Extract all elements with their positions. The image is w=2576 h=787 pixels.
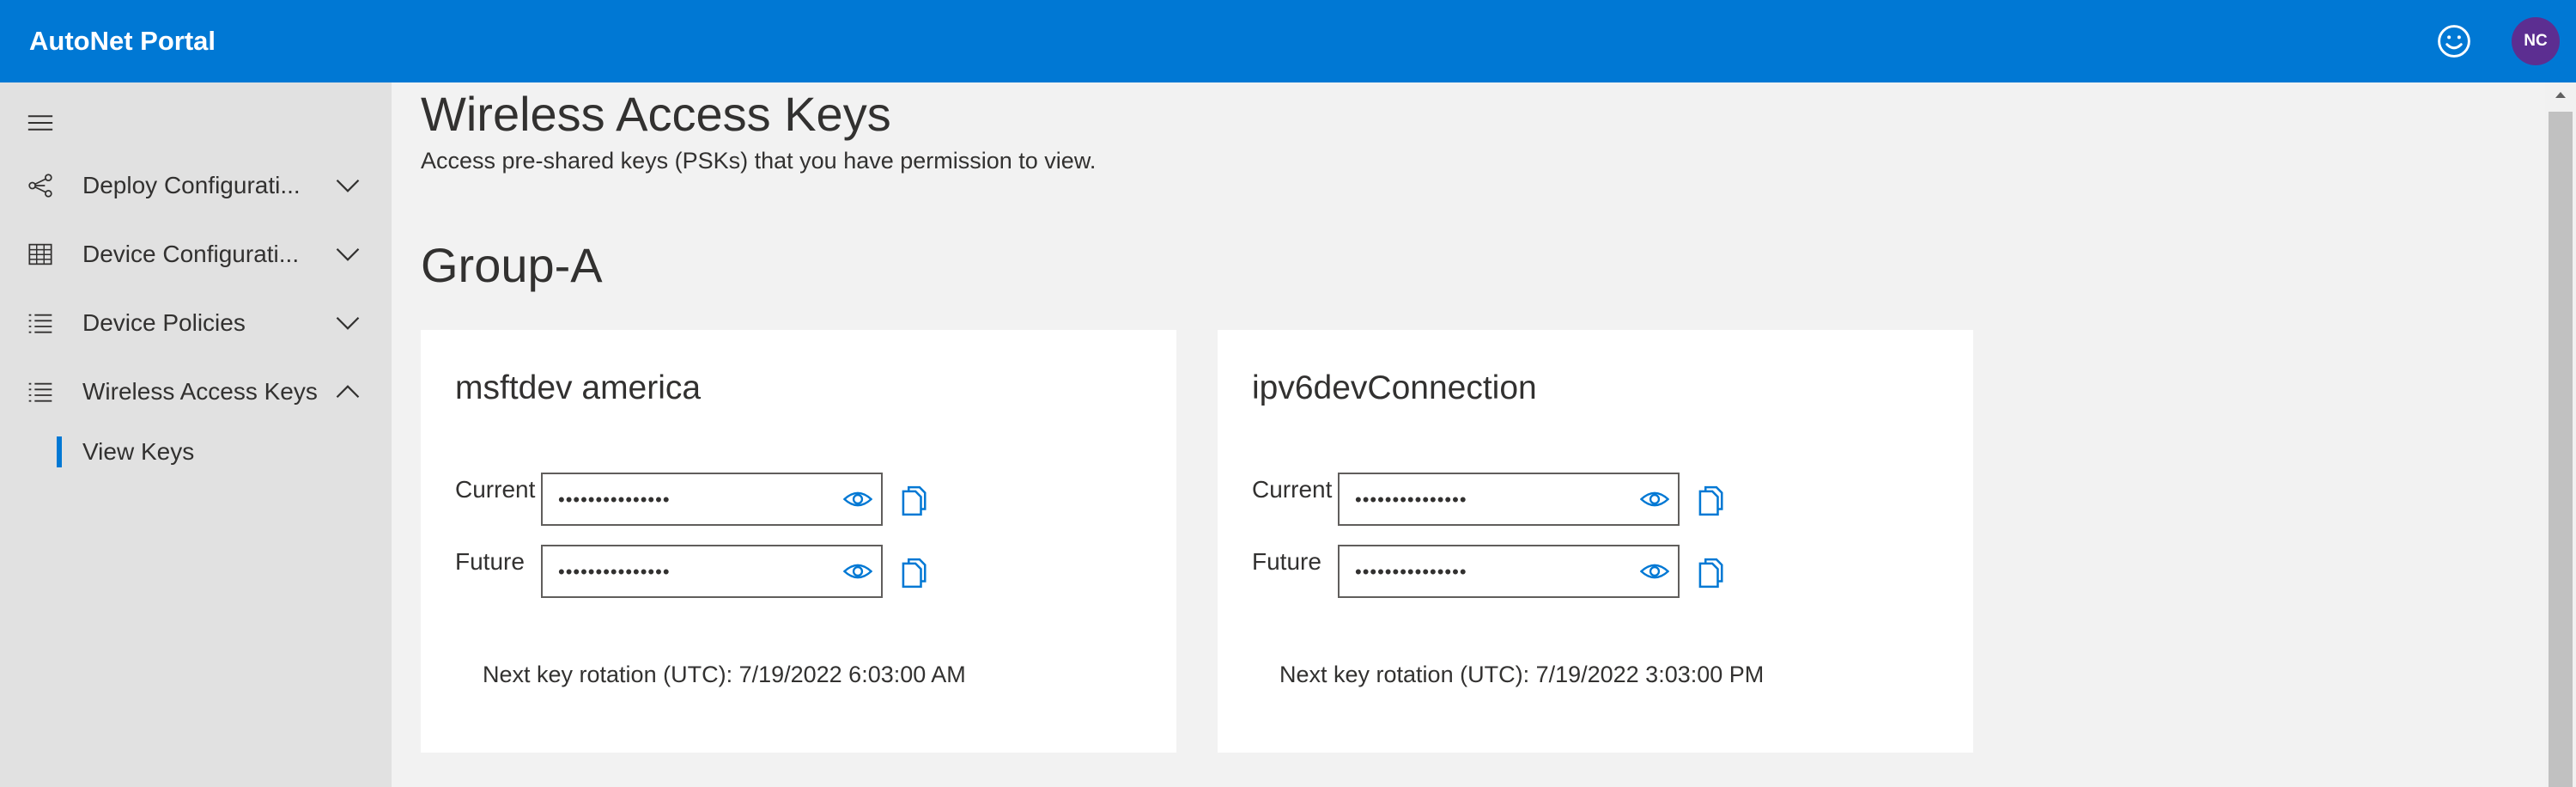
grid-table-icon	[28, 243, 52, 265]
card-title: ipv6devConnection	[1252, 369, 1537, 406]
nav-label: Device Configurati...	[82, 241, 300, 267]
nav-item-device-configuration[interactable]: Device Configurati...	[0, 223, 392, 285]
future-key-field[interactable]: •••••••••••••••	[541, 545, 883, 598]
future-key-label: Future	[1252, 548, 1321, 575]
page-subtitle: Access pre-shared keys (PSKs) that you h…	[421, 148, 1097, 174]
scroll-thumb[interactable]	[2549, 112, 2573, 787]
card-title: msftdev america	[455, 369, 702, 406]
key-card: msftdev america Current ••••••••••••••• …	[421, 330, 1176, 753]
nav-label: Device Policies	[82, 309, 246, 336]
chevron-down-icon	[336, 179, 360, 192]
copy-icon[interactable]	[898, 485, 927, 517]
top-bar: AutoNet Portal NC	[0, 0, 2576, 82]
next-key-rotation: Next key rotation (UTC): 7/19/2022 6:03:…	[483, 662, 966, 687]
eye-icon[interactable]	[1640, 488, 1669, 510]
app-title[interactable]: AutoNet Portal	[29, 0, 216, 82]
next-key-rotation: Next key rotation (UTC): 7/19/2022 3:03:…	[1279, 662, 1765, 687]
vertical-scrollbar[interactable]	[2545, 82, 2576, 787]
current-key-label: Current	[1252, 476, 1333, 503]
copy-icon[interactable]	[898, 557, 927, 589]
group-title: Group-A	[421, 238, 603, 292]
future-key-value: •••••••••••••••	[558, 561, 671, 583]
list-icon	[28, 314, 52, 333]
copy-icon[interactable]	[1695, 485, 1724, 517]
list-icon	[28, 382, 52, 402]
nav-label: Deploy Configurati...	[82, 172, 301, 198]
current-key-value: •••••••••••••••	[1355, 489, 1467, 510]
nav-subitem-label: View Keys	[82, 438, 195, 465]
chevron-down-icon	[336, 247, 360, 261]
sidebar: Deploy Configurati... Device Configurati…	[0, 82, 392, 787]
nav-item-deploy-configuration[interactable]: Deploy Configurati...	[0, 155, 392, 217]
nav-subitem-view-keys[interactable]: View Keys	[0, 424, 392, 479]
future-key-label: Future	[455, 548, 525, 575]
eye-icon[interactable]	[843, 560, 872, 583]
chevron-down-icon	[336, 316, 360, 330]
copy-icon[interactable]	[1695, 557, 1724, 589]
page-title: Wireless Access Keys	[421, 87, 891, 141]
eye-icon[interactable]	[843, 488, 872, 510]
current-key-label: Current	[455, 476, 536, 503]
future-key-value: •••••••••••••••	[1355, 561, 1467, 583]
key-card: ipv6devConnection Current ••••••••••••••…	[1218, 330, 1973, 753]
eye-icon[interactable]	[1640, 560, 1669, 583]
deploy-network-icon	[28, 174, 52, 198]
hamburger-icon[interactable]	[26, 108, 55, 137]
smiley-icon[interactable]	[2435, 22, 2473, 60]
nav-label: Wireless Access Keys	[82, 378, 318, 405]
selected-indicator	[57, 436, 62, 467]
nav-item-device-policies[interactable]: Device Policies	[0, 292, 392, 354]
scroll-up-arrow-icon[interactable]	[2554, 89, 2567, 100]
current-key-field[interactable]: •••••••••••••••	[541, 473, 883, 526]
future-key-field[interactable]: •••••••••••••••	[1338, 545, 1680, 598]
nav-item-wireless-access-keys[interactable]: Wireless Access Keys	[0, 361, 392, 423]
current-key-field[interactable]: •••••••••••••••	[1338, 473, 1680, 526]
user-avatar[interactable]: NC	[2512, 17, 2560, 65]
chevron-up-icon	[336, 385, 360, 399]
current-key-value: •••••••••••••••	[558, 489, 671, 510]
